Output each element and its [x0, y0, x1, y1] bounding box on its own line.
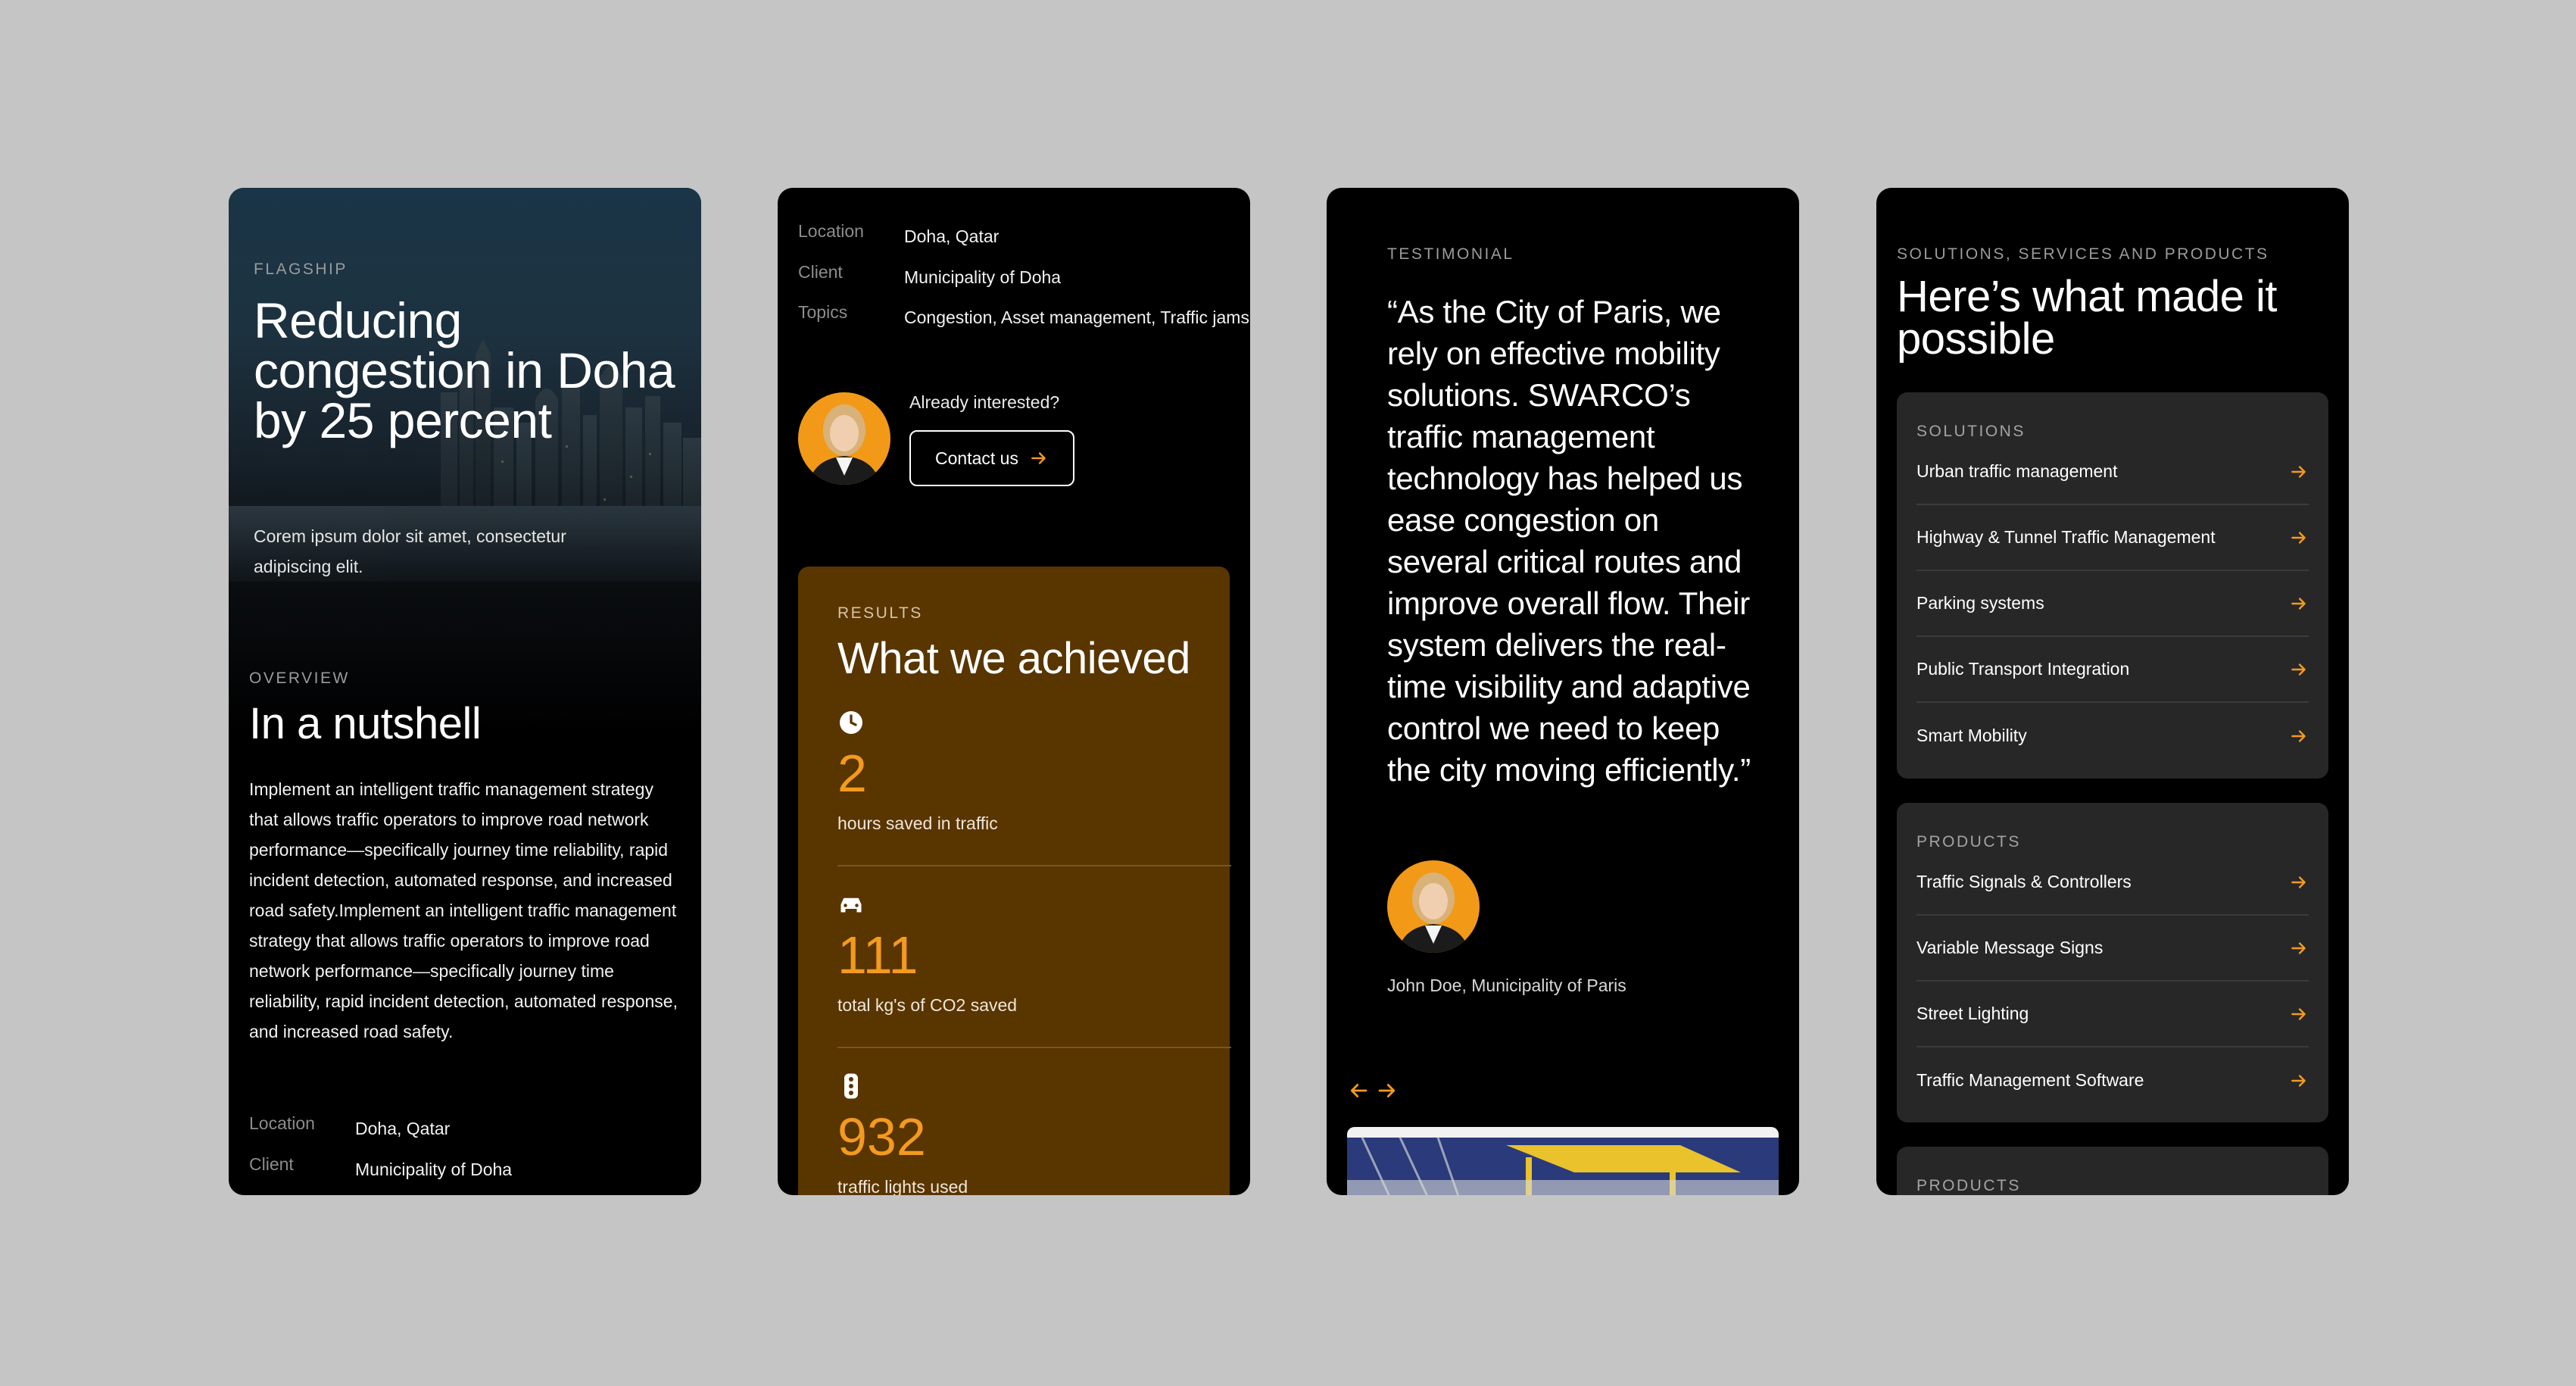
avatar	[1387, 860, 1480, 953]
project-photo	[1347, 1127, 1779, 1195]
products-panel: PRODUCTS Traffic Signals & Controllers V…	[1897, 803, 2328, 1122]
list-item[interactable]: Variable Message Signs	[1916, 916, 2309, 982]
results-card: RESULTS What we achieved 2 hours saved i…	[798, 567, 1231, 1195]
car-icon	[840, 897, 862, 913]
products-panel-2: PRODUCTS	[1897, 1147, 2328, 1195]
screen-flagship: FLAGSHIP Reducing congestion in Doha by …	[229, 188, 701, 1195]
list-item[interactable]: Parking systems	[1916, 571, 2309, 637]
meta-label: Client	[798, 262, 843, 282]
meta-label: Client	[249, 1154, 294, 1174]
stat-value: 932	[837, 1107, 926, 1166]
list-item-label: Smart Mobility	[1916, 726, 2027, 745]
eyebrow-flagship: FLAGSHIP	[254, 261, 348, 278]
eyebrow-results: RESULTS	[837, 604, 923, 622]
results-title: What we achieved	[837, 634, 1190, 683]
arrow-left-icon[interactable]	[1347, 1079, 1370, 1102]
list-item[interactable]: Urban traffic management	[1916, 439, 2309, 505]
testimonial-author: John Doe, Municipality of Paris	[1387, 976, 1626, 995]
arrow-right-icon	[2291, 1007, 2306, 1020]
list-item[interactable]: Traffic Management Software	[1916, 1047, 2309, 1113]
list-item-label: Parking systems	[1916, 593, 2044, 613]
meta-label: Location	[249, 1113, 315, 1133]
meta-value: Congestion, Asset management, Traffic ja…	[904, 307, 1249, 327]
meta-label: Topics	[798, 302, 848, 322]
eyebrow-overview: OVERVIEW	[249, 670, 350, 687]
list-item-label: Traffic Management Software	[1916, 1070, 2144, 1090]
contact-us-button[interactable]: Contact us	[909, 430, 1074, 486]
avatar	[798, 392, 890, 485]
arrow-right-icon	[2291, 465, 2306, 478]
divider	[837, 865, 1231, 866]
panel-title: PRODUCTS	[1916, 1177, 2021, 1194]
list-item[interactable]: Street Lighting	[1916, 982, 2309, 1047]
list-item-label: Street Lighting	[1916, 1004, 2029, 1023]
list-item-label: Variable Message Signs	[1916, 938, 2104, 957]
testimonial-quote: “As the City of Paris, we rely on effect…	[1387, 294, 1751, 788]
meta-value: Doha, Qatar	[355, 1119, 451, 1138]
arrow-right-icon	[2291, 531, 2306, 544]
list-item[interactable]: Traffic Signals & Controllers	[1916, 850, 2309, 916]
screen-solutions: SOLUTIONS, SERVICES AND PRODUCTS Here’s …	[1876, 188, 2349, 1195]
list-item-label: Public Transport Integration	[1916, 659, 2130, 679]
arrow-right-icon	[2291, 729, 2306, 742]
list-item-label: Highway & Tunnel Traffic Management	[1916, 527, 2216, 547]
divider	[837, 1047, 1231, 1048]
list-item[interactable]: Public Transport Integration	[1916, 637, 2309, 703]
list-item-label: Traffic Signals & Controllers	[1916, 872, 2132, 891]
meta-value: Doha, Qatar	[904, 226, 1000, 246]
stat-value: 2	[837, 744, 867, 803]
arrow-right-icon	[2291, 597, 2306, 610]
list-item-label: Urban traffic management	[1916, 461, 2118, 481]
section-title: Here’s what made it possible	[1897, 272, 2278, 364]
overview-title: In a nutshell	[249, 699, 482, 748]
panel-title: PRODUCTS	[1916, 833, 2021, 851]
arrow-right-icon	[2291, 876, 2306, 888]
stat-value: 111	[837, 926, 918, 985]
contact-us-label: Contact us	[935, 448, 1018, 468]
hero-subtitle: Corem ipsum dolor sit amet, consectetur …	[254, 526, 566, 576]
eyebrow-solutions: SOLUTIONS, SERVICES AND PRODUCTS	[1897, 245, 2269, 263]
screen-results: Location Doha, Qatar Client Municipality…	[778, 188, 1250, 1195]
meta-label: Location	[798, 221, 864, 241]
screen-testimonial: TESTIMONIAL “As the City of Paris, we re…	[1327, 188, 1799, 1195]
arrow-right-icon	[1031, 452, 1046, 464]
arrow-right-icon	[2291, 941, 2306, 954]
list-item[interactable]: Smart Mobility	[1916, 703, 2309, 769]
arrow-right-icon	[2291, 663, 2306, 676]
clock-icon	[840, 711, 862, 734]
stat-label: hours saved in traffic	[837, 813, 998, 833]
stat-label: traffic lights used	[837, 1177, 968, 1195]
stat-label: total kg's of CO2 saved	[837, 995, 1018, 1015]
overview-body: Implement an intelligent traffic managem…	[249, 779, 678, 1041]
traffic-light-icon	[844, 1073, 858, 1099]
arrow-right-icon	[2291, 1074, 2306, 1087]
meta-value: Municipality of Doha	[355, 1160, 513, 1179]
cta-prompt: Already interested?	[909, 392, 1060, 412]
list-item[interactable]: Highway & Tunnel Traffic Management	[1916, 505, 2309, 571]
page-title: Reducing congestion in Doha by 25 percen…	[254, 292, 675, 448]
solutions-panel: SOLUTIONS Urban traffic management Highw…	[1897, 392, 2328, 779]
meta-value: Municipality of Doha	[904, 267, 1062, 287]
eyebrow-testimonial: TESTIMONIAL	[1387, 245, 1514, 263]
arrow-right-icon[interactable]	[1376, 1079, 1399, 1102]
panel-title: SOLUTIONS	[1916, 423, 2026, 440]
